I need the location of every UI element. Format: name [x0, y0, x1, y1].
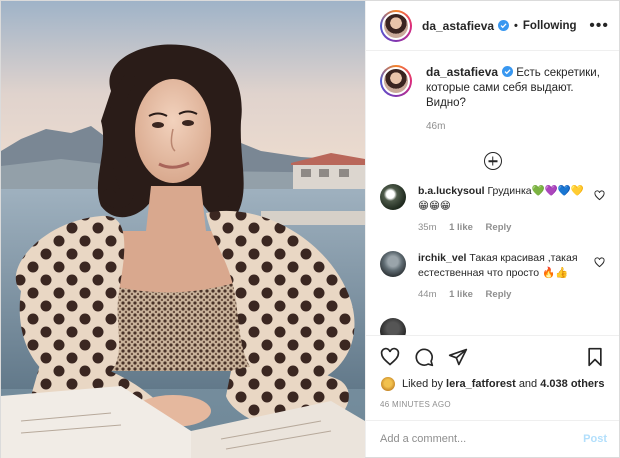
comment-time: 35m	[418, 222, 437, 234]
post-modal: da_astafieva • Following ••• da_astafiev…	[0, 0, 620, 458]
load-more-comments[interactable]	[380, 152, 605, 171]
commenter-avatar[interactable]	[380, 184, 406, 211]
add-comment-bar: Post	[366, 420, 619, 457]
post-comment-button[interactable]: Post	[583, 433, 607, 445]
commenter-avatar[interactable]	[380, 251, 406, 278]
reply-button[interactable]: Reply	[486, 222, 512, 233]
comment-body: irchik_vel Такая красивая ,такая естеств…	[418, 251, 590, 302]
commenter-username[interactable]: irchik_vel	[418, 252, 466, 264]
author-avatar[interactable]	[380, 9, 412, 42]
action-icons	[380, 342, 605, 372]
bookmark-icon[interactable]	[585, 347, 605, 367]
plus-circle-icon[interactable]	[483, 152, 502, 171]
like-comment-heart-icon[interactable]	[594, 190, 605, 201]
comment-item-partial	[380, 318, 605, 335]
following-button[interactable]: Following	[523, 20, 577, 32]
comment-time: 44m	[418, 289, 437, 301]
comment-likes[interactable]: 1 like	[449, 222, 473, 233]
caption-avatar[interactable]	[380, 65, 412, 98]
caption-avatar-image	[382, 67, 410, 96]
liker-avatar[interactable]	[380, 375, 396, 392]
comment-item: irchik_vel Такая красивая ,такая естеств…	[380, 251, 605, 302]
likes-others[interactable]: 4.038 others	[540, 378, 604, 390]
author-avatar-image	[382, 11, 410, 40]
verified-badge-icon	[498, 20, 510, 32]
likes-summary[interactable]: Liked by lera_fatforest and 4.038 others	[380, 375, 605, 392]
author-username[interactable]: da_astafieva	[422, 19, 494, 33]
comment-body: b.a.luckysoul Грудинка💚💜💙💛😁😁😁 35m 1 like…	[418, 184, 590, 235]
post-sidebar: da_astafieva • Following ••• da_astafiev…	[365, 1, 619, 457]
likes-and: and	[518, 377, 538, 390]
comment-meta: 44m 1 like Reply	[418, 287, 590, 302]
comments-section[interactable]: da_astafieva Есть секретики, которые сам…	[366, 51, 619, 335]
caption-time: 46m	[426, 121, 446, 133]
comment-input[interactable]	[380, 433, 584, 446]
comment-bubble-icon[interactable]	[414, 347, 434, 367]
caption-username[interactable]: da_astafieva	[426, 65, 498, 79]
liker-username[interactable]: lera_fatforest	[446, 378, 516, 390]
post-photo[interactable]	[1, 1, 365, 458]
comment-likes[interactable]: 1 like	[449, 289, 473, 300]
verified-badge-icon	[502, 66, 514, 78]
comment-item: b.a.luckysoul Грудинка💚💜💙💛😁😁😁 35m 1 like…	[380, 184, 605, 235]
likes-prefix: Liked by	[402, 377, 443, 390]
commenter-avatar[interactable]	[380, 318, 406, 335]
comment-meta: 35m 1 like Reply	[418, 220, 590, 235]
reply-button[interactable]: Reply	[486, 289, 512, 300]
more-options-icon[interactable]: •••	[589, 17, 609, 34]
post-timestamp: 46 MINUTES AGO	[380, 399, 451, 409]
caption: da_astafieva Есть секретики, которые сам…	[380, 65, 605, 134]
share-paper-plane-icon[interactable]	[448, 347, 468, 367]
photo-illustration	[1, 1, 365, 458]
caption-body: da_astafieva Есть секретики, которые сам…	[426, 65, 605, 134]
like-comment-heart-icon[interactable]	[594, 257, 605, 268]
post-header: da_astafieva • Following •••	[366, 1, 619, 52]
header-separator: •	[514, 19, 518, 32]
like-heart-icon[interactable]	[380, 347, 400, 367]
post-actions: Liked by lera_fatforest and 4.038 others…	[366, 334, 619, 421]
commenter-username[interactable]: b.a.luckysoul	[418, 185, 485, 197]
